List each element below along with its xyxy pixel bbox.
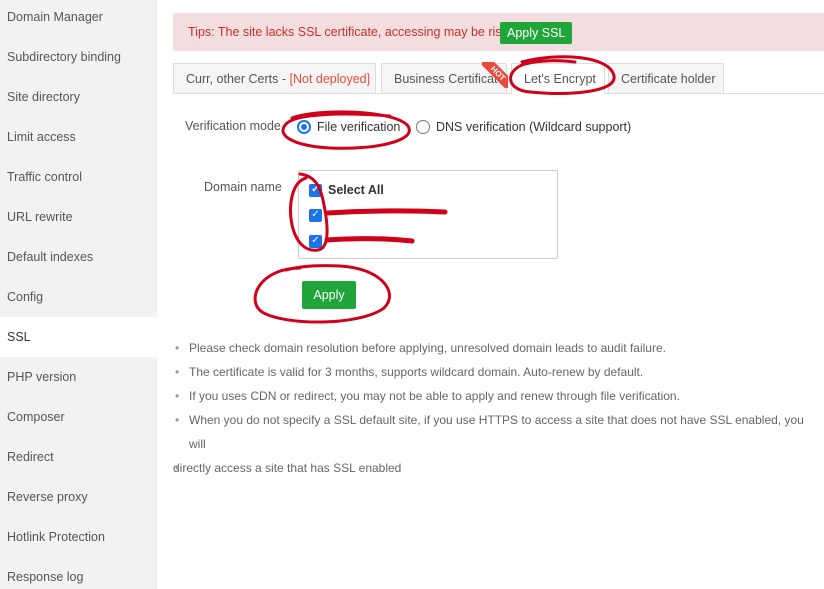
note-item: Please check domain resolution before ap…: [173, 336, 818, 360]
domain-option-1[interactable]: ✓: [309, 206, 328, 224]
note-item-continued: directly access a site that has SSL enab…: [173, 456, 818, 480]
not-deployed-status: [Not deployed]: [289, 72, 371, 86]
file-verification-label: File verification: [317, 120, 401, 134]
apply-button[interactable]: Apply: [302, 281, 356, 309]
sidebar-item-composer[interactable]: Composer: [0, 397, 157, 437]
sidebar-item-traffic-control[interactable]: Traffic control: [0, 157, 157, 197]
sidebar-item-php-version[interactable]: PHP version: [0, 357, 157, 397]
dns-verification-option[interactable]: DNS verification (Wildcard support): [416, 120, 631, 134]
tab-certificate-holder[interactable]: Certificate holder: [608, 63, 724, 94]
sidebar-item-ssl[interactable]: SSL: [0, 317, 157, 357]
verification-mode-label: Verification mode: [185, 119, 281, 133]
sidebar-item-response-log[interactable]: Response log: [0, 557, 157, 589]
note-item: When you do not specify a SSL default si…: [173, 408, 818, 456]
sidebar: Domain Manager Subdirectory binding Site…: [0, 0, 157, 589]
domain-list: ✓ Select All ✓ ✓: [298, 170, 558, 259]
sidebar-item-site-directory[interactable]: Site directory: [0, 77, 157, 117]
sidebar-item-hotlink-protection[interactable]: Hotlink Protection: [0, 517, 157, 557]
tab-lets-encrypt-label: Let's Encrypt: [524, 72, 596, 86]
sidebar-item-subdirectory-binding[interactable]: Subdirectory binding: [0, 37, 157, 77]
domain-option-2[interactable]: ✓: [309, 232, 328, 250]
note-item: If you uses CDN or redirect, you may not…: [173, 384, 818, 408]
sidebar-item-reverse-proxy[interactable]: Reverse proxy: [0, 477, 157, 517]
select-all-option[interactable]: ✓ Select All: [309, 181, 384, 199]
domain-2-checkbox[interactable]: ✓: [309, 234, 322, 248]
sidebar-item-redirect[interactable]: Redirect: [0, 437, 157, 477]
hot-badge: HOT: [482, 62, 508, 88]
file-verification-option[interactable]: File verification: [297, 120, 400, 134]
certificate-tabs: Curr, other Certs - [Not deployed] Busin…: [173, 62, 824, 94]
domain-name-label: Domain name: [204, 180, 282, 194]
file-verification-radio[interactable]: [297, 120, 311, 134]
dns-verification-radio[interactable]: [416, 120, 430, 134]
tab-certificate-holder-label: Certificate holder: [621, 72, 716, 86]
apply-ssl-button[interactable]: Apply SSL: [500, 22, 573, 44]
sidebar-item-limit-access[interactable]: Limit access: [0, 117, 157, 157]
ssl-warning-tips: Tips: The site lacks SSL certificate, ac…: [173, 13, 824, 51]
tab-business-certificate[interactable]: Business Certificate HOT: [381, 62, 508, 94]
sidebar-item-default-indexes[interactable]: Default indexes: [0, 237, 157, 277]
tab-current-certs[interactable]: Curr, other Certs - [Not deployed]: [173, 63, 376, 94]
sidebar-item-domain-manager[interactable]: Domain Manager: [0, 0, 157, 37]
tips-text: Tips: The site lacks SSL certificate, ac…: [188, 25, 517, 39]
select-all-label: Select All: [328, 183, 384, 197]
domain-1-checkbox[interactable]: ✓: [309, 208, 322, 222]
tab-lets-encrypt[interactable]: Let's Encrypt: [511, 63, 605, 94]
dns-verification-label: DNS verification (Wildcard support): [436, 120, 632, 134]
note-item: The certificate is valid for 3 months, s…: [173, 360, 818, 384]
sidebar-item-config[interactable]: Config: [0, 277, 157, 317]
tab-current-certs-label: Curr, other Certs -: [186, 72, 290, 86]
sidebar-item-url-rewrite[interactable]: URL rewrite: [0, 197, 157, 237]
select-all-checkbox[interactable]: ✓: [309, 183, 322, 197]
notes-list: Please check domain resolution before ap…: [173, 336, 818, 480]
